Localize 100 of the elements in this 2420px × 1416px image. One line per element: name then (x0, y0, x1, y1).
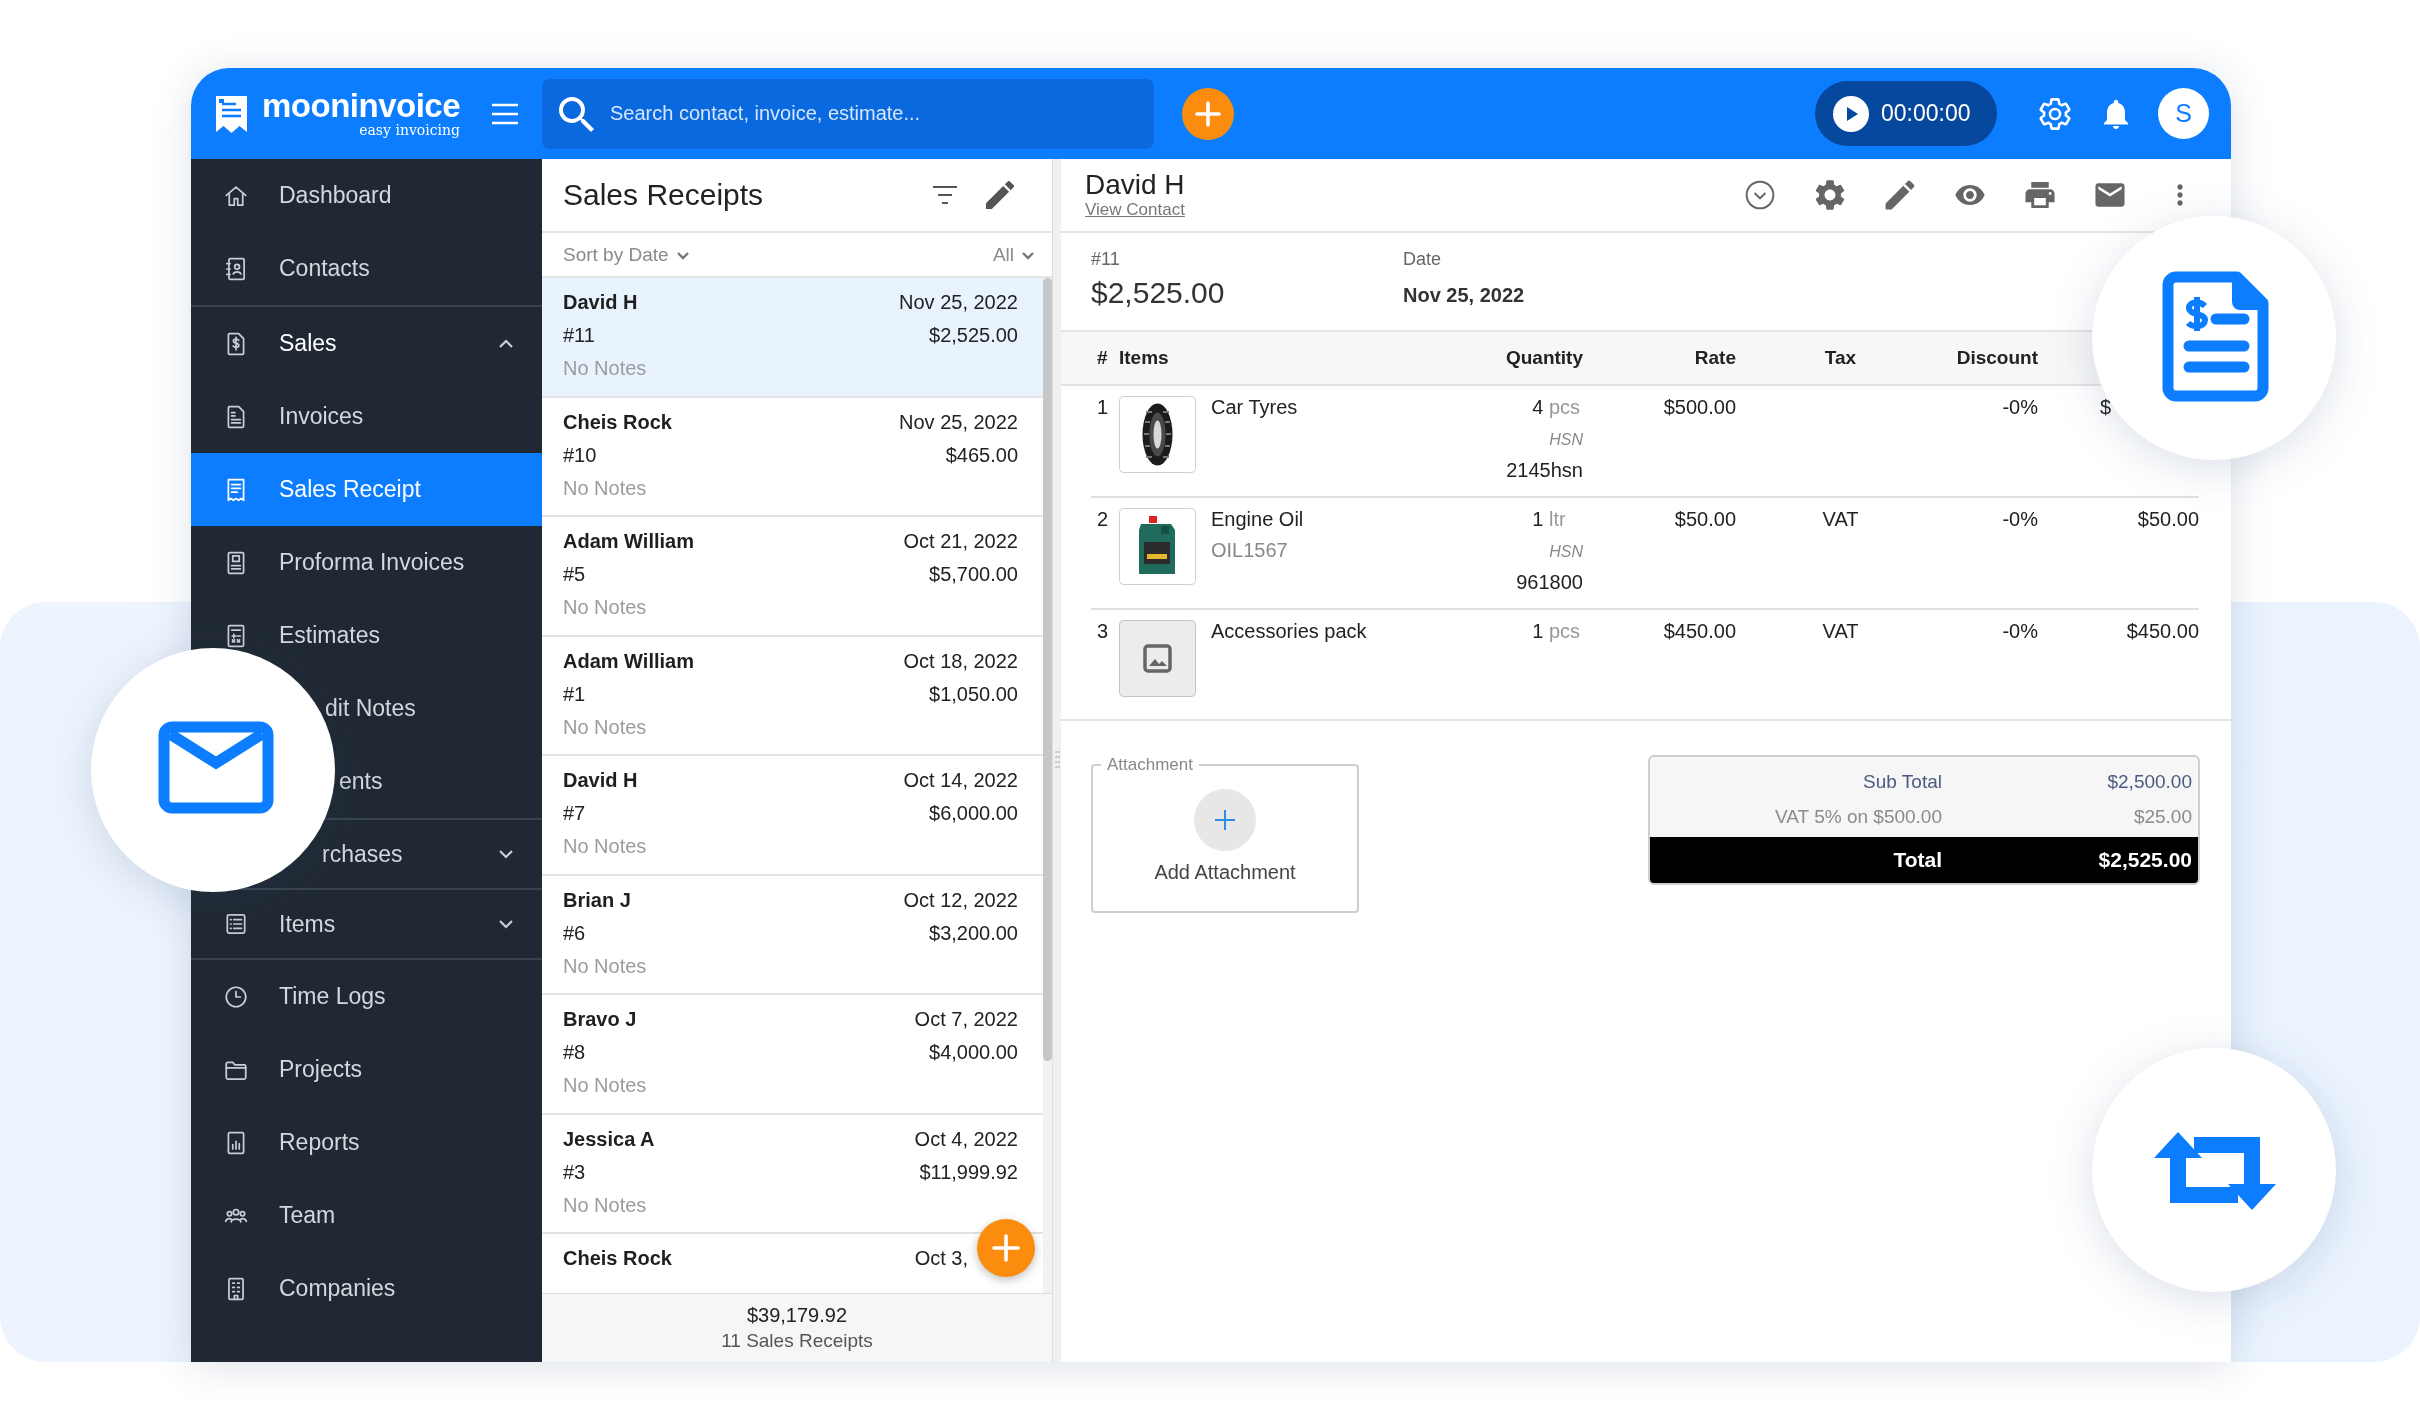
resize-handle[interactable] (1052, 159, 1061, 1362)
customer-name: Adam William (563, 648, 694, 674)
receipt-amount: $11,999.92 (919, 1159, 1018, 1185)
notes-text: No Notes (563, 834, 647, 859)
sidebar-item[interactable]: Sales (191, 307, 542, 380)
tax-cell: VAT (1822, 620, 1859, 642)
sidebar-item[interactable]: Dashboard (191, 159, 542, 232)
discount-cell: -0% (2002, 508, 2038, 530)
amount-cell: $50.00 (2137, 508, 2199, 530)
sidebar-item[interactable]: Estimates (191, 599, 542, 672)
sort-dropdown[interactable]: Sort by Date (563, 243, 691, 266)
rate-cell: $50.00 (1674, 508, 1736, 530)
sidebar-item[interactable]: Projects (191, 1033, 542, 1106)
notes-text: No Notes (563, 595, 647, 620)
customer-name: Cheis Rock (563, 409, 672, 435)
receipt-date: Oct 12, 2022 (903, 887, 1018, 913)
sidebar-item[interactable]: Time Logs (191, 960, 542, 1033)
add-attachment-label[interactable]: Add Attachment (1154, 861, 1296, 884)
receipt-date: Oct 18, 2022 (903, 648, 1018, 674)
chevron-circle-icon[interactable] (1744, 179, 1776, 211)
tax-cell: VAT (1822, 508, 1859, 530)
sidebar-item[interactable]: Proforma Invoices (191, 526, 542, 599)
pencil-icon[interactable] (1884, 179, 1916, 211)
notes-text: No Notes (563, 953, 647, 979)
receipt-number: #10 (563, 442, 597, 468)
receipt-amount: $4,000.00 (929, 1040, 1018, 1065)
panel-title: Sales Receipts (563, 178, 764, 212)
receipt-date: Oct 21, 2022 (903, 529, 1018, 554)
sidebar-item[interactable]: dit Notes (325, 690, 542, 727)
receipt-number: #1 (563, 681, 586, 707)
timer-button[interactable]: 00:00:00 (1815, 81, 1997, 146)
notes-text: No Notes (563, 475, 647, 501)
customer-name: Bravo J (563, 1007, 637, 1032)
column-header: Rate (1693, 347, 1736, 369)
add-icon[interactable] (1182, 87, 1234, 140)
notes-text: No Notes (563, 1073, 647, 1098)
customer-name: David H (1085, 170, 1185, 200)
view-contact-link[interactable]: View Contact (1085, 200, 1185, 220)
totals-label: Sub Total (1862, 771, 1942, 793)
sidebar-item[interactable]: Reports (191, 1106, 542, 1179)
printer-icon[interactable] (2024, 179, 2056, 211)
item-name: Car Tyres (1211, 396, 1298, 418)
notes-text: No Notes (563, 356, 647, 381)
discount-cell: -0% (2002, 620, 2038, 642)
search-icon (558, 95, 594, 132)
item-name: Accessories pack (1211, 620, 1367, 642)
customer-name: David H (563, 768, 638, 793)
date-label: Date (1403, 248, 1443, 271)
sidebar-item[interactable]: rchases (322, 836, 542, 872)
column-header: Tax (1823, 347, 1858, 369)
receipt-date: Nov 25, 2022 (899, 409, 1018, 435)
hsn-label: HSN (1549, 543, 1583, 560)
receipt-number: #8 (563, 1040, 586, 1065)
notes-text: No Notes (563, 714, 647, 740)
menu-icon[interactable] (490, 101, 520, 126)
receipt-amount: $3,200.00 (929, 920, 1018, 946)
sidebar-item[interactable]: ents (339, 763, 542, 800)
receipt-number: #11 (563, 323, 595, 348)
quantity-value: 1 (1532, 620, 1544, 642)
brand-tagline: easy invoicing (359, 123, 461, 138)
rate-cell: $450.00 (1663, 620, 1736, 642)
sidebar-item[interactable]: Team (191, 1179, 542, 1252)
receipt-amount: $465.00 (945, 442, 1018, 468)
customer-name: David H (563, 290, 638, 315)
sidebar-item[interactable]: Companies (191, 1252, 542, 1325)
settings-icon[interactable] (1814, 179, 1846, 211)
settings-icon[interactable] (2039, 97, 2071, 130)
pencil-icon[interactable] (986, 181, 1014, 209)
row-number: 1 (1097, 396, 1109, 418)
search-field[interactable]: Search contact, invoice, estimate... (542, 78, 1154, 149)
receipt-date: Oct 4, 2022 (914, 1126, 1018, 1152)
unit-text: pcs (1549, 395, 1582, 420)
receipt-number: #5 (563, 562, 586, 587)
receipt-total: $2,525.00 (1091, 275, 1226, 311)
sidebar-item[interactable]: Contacts (191, 232, 542, 305)
receipt-amount: $5,700.00 (929, 562, 1018, 587)
bell-icon[interactable] (2101, 98, 2131, 129)
brand-name: mooninvoice (262, 89, 461, 123)
notes-text: No Notes (563, 1192, 647, 1218)
sidebar-item[interactable]: Invoices (191, 380, 542, 453)
row-number: 2 (1097, 508, 1109, 530)
scrollbar[interactable] (1043, 278, 1052, 1061)
item-name: Engine Oil (1211, 508, 1304, 530)
hsn-code: 961800 (1516, 571, 1583, 593)
receipt-number: #7 (563, 801, 586, 826)
column-header: Discount (1955, 347, 2038, 369)
receipt-date: Oct 14, 2022 (903, 768, 1018, 793)
receipt-amount: $6,000.00 (929, 801, 1018, 826)
user-avatar[interactable]: S (2158, 88, 2209, 139)
sidebar-item[interactable]: Sales Receipt (191, 453, 542, 526)
quantity-value: 4 (1532, 396, 1544, 418)
receipt-row[interactable]: David H Nov 25, 2022 #11 $2,525.00 No Notes (542, 278, 1043, 398)
receipt-date: Nov 25, 2022 (899, 290, 1018, 315)
hsn-code: 2145hsn (1506, 459, 1583, 481)
sidebar-item[interactable]: Items (191, 890, 542, 958)
receipt-number: #11 (1091, 248, 1121, 271)
totals-label: VAT 5% on $500.00 (1774, 806, 1942, 828)
amount-cell: $ (2100, 396, 2112, 418)
customer-name: Adam William (563, 529, 694, 554)
attachment-legend: Attachment (1101, 755, 1199, 775)
